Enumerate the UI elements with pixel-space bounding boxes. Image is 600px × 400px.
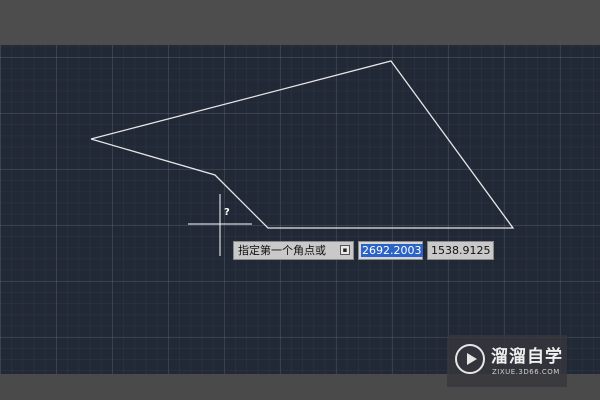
y-coordinate-value: 1538.9125 — [431, 244, 491, 257]
y-coordinate-input[interactable]: 1538.9125 — [427, 241, 494, 260]
command-prompt-tooltip[interactable]: 指定第一个角点或 ▪ — [233, 241, 354, 260]
watermark-subtitle: ZIXUE.3D66.COM — [492, 368, 560, 376]
dropdown-arrow-icon[interactable]: ▪ — [340, 245, 350, 255]
x-coordinate-value: 2692.2003 — [361, 244, 423, 257]
play-logo-icon — [455, 344, 485, 374]
watermark-title: 溜溜自学 — [491, 347, 563, 367]
command-prompt-text: 指定第一个角点或 — [238, 244, 326, 257]
cursor-help-icon: ? — [224, 207, 230, 218]
polyline-shape[interactable] — [90, 60, 515, 229]
x-coordinate-input[interactable]: 2692.2003 — [358, 241, 423, 260]
watermark-badge: 溜溜自学 ZIXUE.3D66.COM — [447, 335, 567, 387]
